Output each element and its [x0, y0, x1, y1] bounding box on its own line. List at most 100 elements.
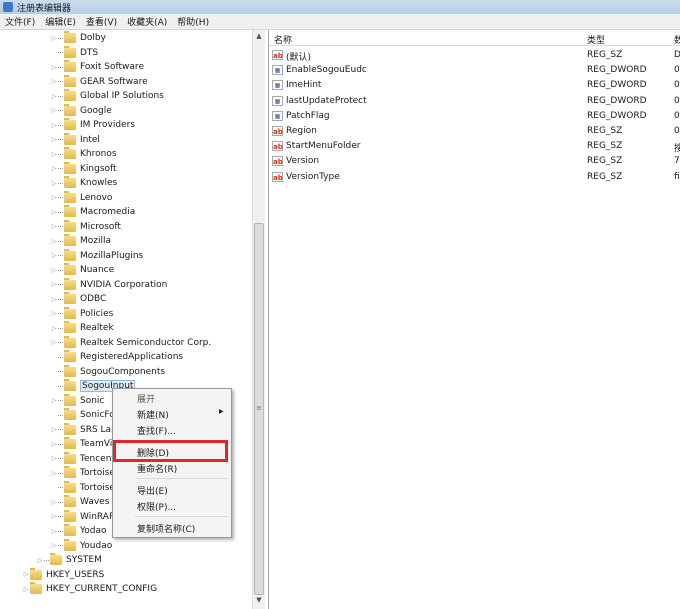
tree-item[interactable]: RegisteredApplications — [50, 350, 183, 364]
expand-arrow-icon[interactable]: ▷ — [50, 64, 58, 71]
tree-item[interactable]: DTS — [50, 45, 98, 60]
expand-arrow-icon[interactable]: ▷ — [50, 455, 58, 462]
tree-scrollbar[interactable]: ▲ ≡ ▼ — [252, 30, 265, 609]
expand-arrow-icon[interactable]: ▷ — [50, 296, 58, 303]
tree-item[interactable]: ▷ ODBC — [50, 292, 106, 306]
tree-item[interactable]: ▷ Mozilla — [50, 234, 111, 248]
tree-item[interactable]: ▷ Macromedia — [50, 205, 135, 219]
tree-item[interactable]: ▷ Intel — [50, 132, 100, 147]
expand-arrow-icon[interactable]: ▷ — [50, 238, 58, 245]
tree-item[interactable]: ▷ IM Providers — [50, 118, 135, 132]
tree-item[interactable]: ▷ TeamVie — [50, 437, 118, 451]
tree-item[interactable]: ▷ SYSTEM — [36, 553, 102, 567]
tree-item[interactable]: SonicFo — [50, 408, 115, 422]
expand-arrow-icon[interactable]: ▷ — [50, 78, 58, 85]
expand-arrow-icon[interactable]: ▷ — [22, 571, 30, 578]
menu-item-rename[interactable]: 重命名(R) — [137, 462, 177, 476]
expand-arrow-icon[interactable]: ▷ — [50, 209, 58, 216]
tree-connector — [58, 385, 63, 387]
expand-arrow-icon[interactable]: ▷ — [50, 151, 58, 158]
tree-item[interactable]: ▷ Yodao — [50, 524, 107, 538]
tree-item[interactable]: SogouComponents — [50, 364, 165, 379]
tree-item[interactable]: ▷ Knowles — [50, 176, 117, 190]
menu-item-find[interactable]: 查找(F)... — [137, 424, 176, 438]
table-row[interactable]: ab VersionType REG_SZ fi — [269, 170, 680, 185]
tree-item[interactable]: ▷ SRS Lab — [50, 422, 117, 437]
menu-view[interactable]: 查看(V) — [81, 15, 122, 28]
tree-item[interactable]: ▷ HKEY_USERS — [22, 567, 104, 582]
column-name[interactable]: 名称 — [274, 33, 292, 46]
tree-item[interactable]: ▷ Microsoft — [50, 219, 121, 234]
expand-arrow-icon[interactable]: ▷ — [50, 180, 58, 187]
expand-arrow-icon[interactable]: ▷ — [50, 470, 58, 477]
tree-item[interactable]: ▷ HKEY_CURRENT_CONFIG — [22, 582, 157, 596]
table-row[interactable]: ▦lastUpdateProtect REG_DWORD 0x — [269, 94, 680, 109]
tree-item[interactable]: ▷ Global IP Solutions — [50, 89, 164, 103]
expand-arrow-icon[interactable]: ▷ — [50, 325, 58, 332]
column-type[interactable]: 类型 — [587, 33, 605, 46]
scroll-down-icon[interactable]: ▼ — [253, 596, 265, 604]
table-row[interactable]: ▦PatchFlag REG_DWORD 0x — [269, 109, 680, 124]
scroll-up-icon[interactable]: ▲ — [253, 32, 265, 40]
tree-item[interactable]: ▷ Kingsoft — [50, 161, 117, 176]
column-data[interactable]: 数 — [674, 33, 680, 46]
expand-arrow-icon[interactable]: ▷ — [50, 223, 58, 230]
menu-edit[interactable]: 编辑(E) — [40, 15, 81, 28]
expand-arrow-icon[interactable]: ▷ — [50, 252, 58, 259]
expand-arrow-icon[interactable]: ▷ — [50, 310, 58, 317]
table-row[interactable]: ▦EnableSogouEudc REG_DWORD 0x — [269, 63, 680, 78]
expand-arrow-icon[interactable]: ▷ — [50, 122, 58, 129]
menu-item-expand[interactable]: 展开 — [137, 392, 155, 406]
expand-arrow-icon[interactable]: ▷ — [50, 339, 58, 346]
tree-item[interactable]: ▷ Tencent — [50, 451, 115, 466]
tree-item[interactable]: Tortoise — [50, 480, 115, 495]
table-row[interactable]: abVersion REG_SZ 7. — [269, 154, 680, 169]
tree-item[interactable]: ▷ NVIDIA Corporation — [50, 277, 167, 292]
menu-favorites[interactable]: 收藏夹(A) — [122, 15, 172, 28]
expand-arrow-icon[interactable]: ▷ — [50, 441, 58, 448]
expand-arrow-icon[interactable]: ▷ — [50, 165, 58, 172]
tree-item[interactable]: ▷ Nuance — [50, 263, 114, 277]
tree-item[interactable]: ▷ Realtek Semiconductor Corp. — [50, 335, 211, 350]
expand-arrow-icon[interactable]: ▷ — [50, 513, 58, 520]
expand-arrow-icon[interactable]: ▷ — [50, 281, 58, 288]
table-row[interactable]: ▦ImeHint REG_DWORD 0x — [269, 78, 680, 93]
tree-item[interactable]: ▷ Policies — [50, 306, 113, 321]
tree-item[interactable]: ▷ GEAR Software — [50, 74, 148, 89]
expand-arrow-icon[interactable]: ▷ — [50, 397, 58, 404]
expand-arrow-icon[interactable]: ▷ — [50, 194, 58, 201]
tree-item[interactable]: ▷ Lenovo — [50, 190, 112, 205]
table-row[interactable]: abRegion REG_SZ 00 — [269, 124, 680, 139]
expand-arrow-icon[interactable]: ▷ — [50, 107, 58, 114]
expand-arrow-icon[interactable]: ▷ — [22, 586, 30, 593]
tree-item[interactable]: ▷ Waves A — [50, 495, 118, 509]
tree-item[interactable]: ▷ Youdao — [50, 538, 112, 553]
tree-item[interactable]: ▷ WinRAR — [50, 509, 115, 524]
tree-item[interactable]: ▷ MozillaPlugins — [50, 248, 143, 263]
menu-item-export[interactable]: 导出(E) — [137, 484, 168, 498]
scroll-thumb[interactable]: ≡ — [254, 223, 264, 595]
expand-arrow-icon[interactable]: ▷ — [50, 136, 58, 143]
menu-file[interactable]: 文件(F) — [0, 15, 40, 28]
table-row[interactable]: ab (默认) REG_SZ D — [269, 48, 680, 63]
expand-arrow-icon[interactable]: ▷ — [50, 426, 58, 433]
tree-item[interactable]: ▷ Google — [50, 103, 112, 118]
expand-arrow-icon[interactable]: ▷ — [36, 557, 44, 564]
menu-item-new[interactable]: 新建(N) ▶ — [137, 408, 225, 422]
tree-item[interactable]: ▷ Realtek — [50, 321, 114, 335]
tree-item[interactable]: ▷ Tortoise — [50, 466, 115, 480]
menu-item-permissions[interactable]: 权限(P)... — [137, 500, 176, 514]
expand-arrow-icon[interactable]: ▷ — [50, 93, 58, 100]
menu-item-copy-key-name[interactable]: 复制项名称(C) — [137, 522, 195, 536]
tree-item[interactable]: ▷ Foxit Software — [50, 60, 144, 74]
tree-item[interactable]: ▷ Khronos — [50, 147, 117, 161]
menu-help[interactable]: 帮助(H) — [172, 15, 214, 28]
table-row[interactable]: ab StartMenuFolder REG_SZ 搜 — [269, 139, 680, 154]
tree-item[interactable]: ▷ Dolby — [50, 31, 106, 45]
expand-arrow-icon[interactable]: ▷ — [50, 542, 58, 549]
expand-arrow-icon[interactable]: ▷ — [50, 267, 58, 274]
tree-item[interactable]: ▷ Sonic — [50, 393, 104, 408]
expand-arrow-icon[interactable]: ▷ — [50, 35, 58, 42]
expand-arrow-icon[interactable]: ▷ — [50, 528, 58, 535]
expand-arrow-icon[interactable]: ▷ — [50, 499, 58, 506]
